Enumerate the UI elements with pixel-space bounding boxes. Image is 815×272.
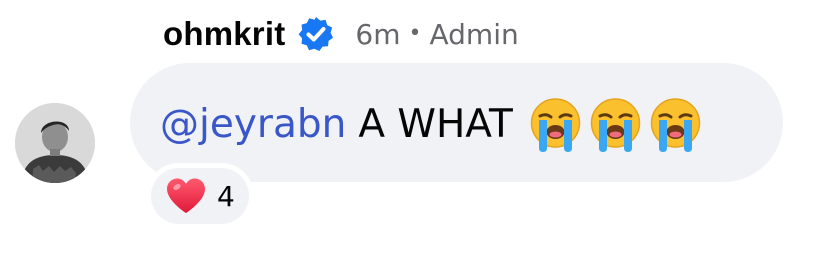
loudly-crying-face-icon	[647, 96, 704, 153]
comment-text: @jeyrabn A WHAT	[160, 88, 707, 160]
timestamp[interactable]: 6m	[355, 18, 400, 51]
avatar[interactable]	[15, 103, 95, 183]
author-name[interactable]: ohmkrit	[163, 15, 285, 53]
mention-link[interactable]: @jeyrabn	[160, 102, 346, 147]
comment-header: ohmkrit 6m • Admin	[163, 10, 519, 58]
profile-photo	[15, 103, 95, 183]
verified-badge-icon	[297, 15, 335, 53]
comment-body: A WHAT	[358, 101, 513, 147]
reaction-count: 4	[217, 179, 235, 213]
loudly-crying-face-icon	[587, 96, 644, 153]
reaction-summary-button[interactable]: 4	[146, 163, 254, 229]
loudly-crying-face-icon	[527, 96, 584, 153]
role-label: Admin	[429, 17, 519, 51]
comment-meta: 6m • Admin	[355, 18, 518, 51]
heart-icon	[165, 177, 207, 215]
meta-separator: •	[408, 21, 422, 46]
